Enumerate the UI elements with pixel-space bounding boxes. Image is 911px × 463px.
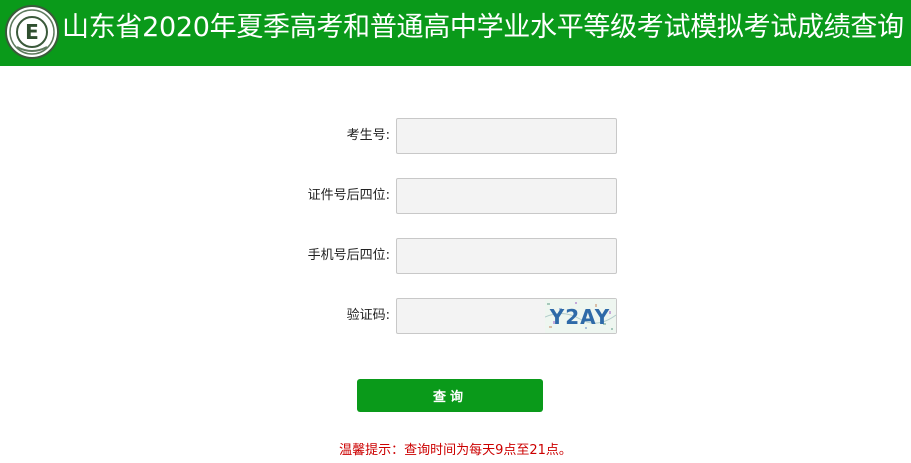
query-time-hint: 温馨提示：查询时间为每天9点至21点。 <box>339 443 572 458</box>
captcha-image[interactable]: Y2AY <box>545 299 616 333</box>
captcha-text: Y2AY <box>549 305 610 329</box>
phone-last4-label: 手机号后四位: <box>307 248 390 263</box>
exam-authority-logo-icon: E <box>5 5 59 59</box>
phone-last4-input[interactable] <box>396 238 617 274</box>
logo-letter: E <box>25 20 39 44</box>
candidate-number-input[interactable] <box>396 118 617 154</box>
id-last4-label: 证件号后四位: <box>307 188 390 203</box>
candidate-number-label: 考生号: <box>346 128 390 143</box>
captcha-label: 验证码: <box>346 308 390 323</box>
page-header: E 山东省2020年夏季高考和普通高中学业水平等级考试模拟考试成绩查询 <box>0 0 911 66</box>
candidate-number-row: 考生号: <box>0 118 911 154</box>
phone-last4-row: 手机号后四位: <box>0 238 911 274</box>
page-title: 山东省2020年夏季高考和普通高中学业水平等级考试模拟考试成绩查询 <box>62 12 904 43</box>
id-last4-input[interactable] <box>396 178 617 214</box>
captcha-row: 验证码: Y2AY <box>0 298 911 334</box>
query-button[interactable]: 查询 <box>357 379 543 412</box>
id-last4-row: 证件号后四位: <box>0 178 911 214</box>
